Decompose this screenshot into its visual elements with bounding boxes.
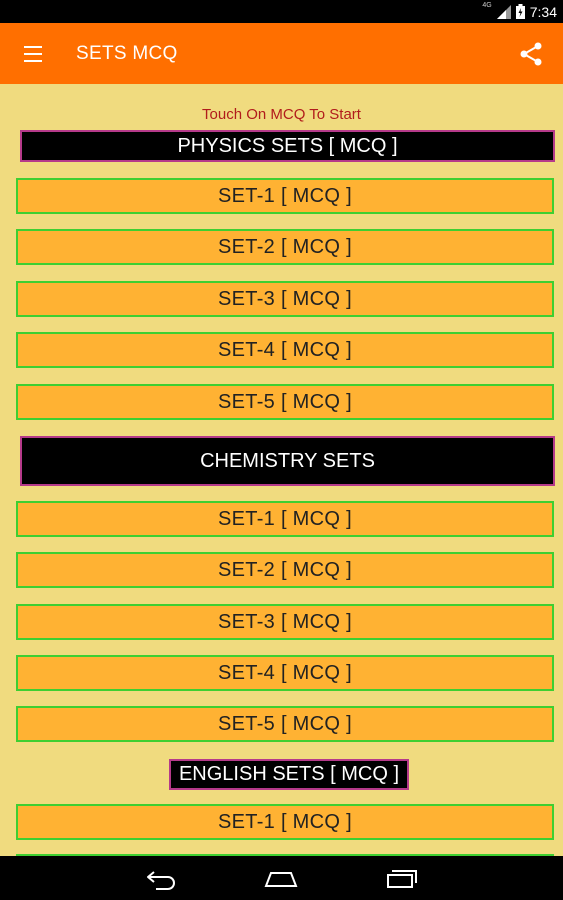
battery-icon xyxy=(515,4,525,19)
english-sets-header: ENGLISH SETS [ MCQ ] xyxy=(169,759,409,790)
recents-icon[interactable] xyxy=(384,864,420,892)
clock: 7:34 xyxy=(529,3,557,20)
content-area[interactable]: Touch On MCQ To Start PHYSICS SETS [ MCQ… xyxy=(0,84,563,856)
status-bar: 4G 7:34 xyxy=(0,0,563,23)
english-set-1-button[interactable]: SET-1 [ MCQ ] xyxy=(16,804,554,840)
network-type-label: 4G xyxy=(482,2,492,9)
hint-text: Touch On MCQ To Start xyxy=(202,106,361,123)
physics-set-4-button[interactable]: SET-4 [ MCQ ] xyxy=(16,332,554,368)
app-title: SETS MCQ xyxy=(76,43,178,64)
signal-icon xyxy=(496,4,511,19)
back-icon[interactable] xyxy=(144,864,180,892)
physics-set-1-button[interactable]: SET-1 [ MCQ ] xyxy=(16,178,554,214)
app-bar: SETS MCQ xyxy=(0,23,563,84)
chemistry-set-2-button[interactable]: SET-2 [ MCQ ] xyxy=(16,552,554,588)
hamburger-menu-icon[interactable] xyxy=(22,41,48,67)
chemistry-set-1-button[interactable]: SET-1 [ MCQ ] xyxy=(16,501,554,537)
home-icon[interactable] xyxy=(263,864,299,892)
physics-set-2-button[interactable]: SET-2 [ MCQ ] xyxy=(16,229,554,265)
chemistry-sets-header: CHEMISTRY SETS xyxy=(20,436,555,486)
physics-set-5-button[interactable]: SET-5 [ MCQ ] xyxy=(16,384,554,420)
physics-set-3-button[interactable]: SET-3 [ MCQ ] xyxy=(16,281,554,317)
navigation-bar xyxy=(0,856,563,900)
share-icon[interactable] xyxy=(517,40,545,68)
chemistry-set-3-button[interactable]: SET-3 [ MCQ ] xyxy=(16,604,554,640)
chemistry-set-5-button[interactable]: SET-5 [ MCQ ] xyxy=(16,706,554,742)
physics-sets-header: PHYSICS SETS [ MCQ ] xyxy=(20,130,555,162)
chemistry-set-4-button[interactable]: SET-4 [ MCQ ] xyxy=(16,655,554,691)
